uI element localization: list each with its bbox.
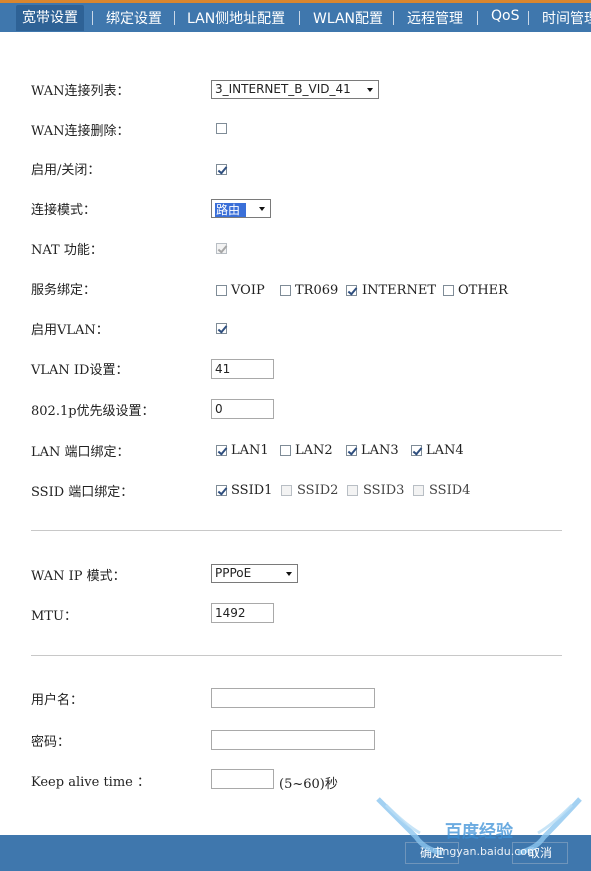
- conn-mode-value: 路由: [215, 203, 247, 217]
- lan3-label: LAN3: [361, 443, 399, 458]
- ssid3-label: SSID3: [363, 483, 405, 498]
- watermark-url: jingyan.baidu.com: [435, 845, 538, 858]
- service-other-checkbox[interactable]: [443, 285, 454, 296]
- lan2-checkbox[interactable]: [280, 445, 291, 456]
- chevron-down-icon: [259, 207, 265, 211]
- lan4-checkbox[interactable]: [411, 445, 422, 456]
- tab-binding[interactable]: 绑定设置: [106, 8, 162, 28]
- conn-mode-select[interactable]: 路由: [211, 199, 271, 218]
- wan-delete-label: WAN连接删除：: [31, 124, 130, 139]
- keepalive-label: Keep alive time ：: [31, 775, 150, 790]
- wan-ip-mode-select[interactable]: PPPoE: [211, 564, 298, 583]
- wan-list-label: WAN连接列表：: [31, 84, 130, 99]
- service-tr069-checkbox[interactable]: [280, 285, 291, 296]
- service-voip-label: VOIP: [231, 283, 265, 298]
- top-tab-bar: 宽带设置 绑定设置 LAN侧地址配置 WLAN配置 远程管理 QoS 时间管理: [0, 0, 591, 32]
- wan-ip-mode-value: PPPoE: [215, 566, 252, 580]
- mtu-label: MTU：: [31, 609, 77, 624]
- username-input[interactable]: [211, 688, 375, 708]
- ssid4-checkbox[interactable]: [413, 485, 424, 496]
- service-tr069-label: TR069: [295, 283, 339, 298]
- conn-mode-label: 连接模式：: [31, 203, 97, 218]
- vlan-id-label: VLAN ID设置：: [31, 363, 129, 378]
- keepalive-input[interactable]: [211, 769, 274, 789]
- vlan-id-input[interactable]: 41: [211, 359, 274, 379]
- tab-wlan[interactable]: WLAN配置: [313, 8, 383, 28]
- username-label: 用户名：: [31, 693, 84, 708]
- wan-list-value: 3_INTERNET_B_VID_41: [215, 82, 351, 96]
- section-divider: [31, 655, 562, 656]
- service-internet-label: INTERNET: [362, 283, 436, 298]
- tab-remote-management[interactable]: 远程管理: [407, 8, 463, 28]
- service-voip-checkbox[interactable]: [216, 285, 227, 296]
- enable-checkbox[interactable]: [216, 164, 227, 175]
- wan-delete-checkbox[interactable]: [216, 123, 227, 134]
- ssid3-checkbox[interactable]: [347, 485, 358, 496]
- lan2-label: LAN2: [295, 443, 333, 458]
- tab-separator: [174, 11, 175, 25]
- ssid2-checkbox[interactable]: [281, 485, 292, 496]
- lan3-checkbox[interactable]: [346, 445, 357, 456]
- tab-separator: [92, 11, 93, 25]
- enable-vlan-checkbox[interactable]: [216, 323, 227, 334]
- tab-lan-address[interactable]: LAN侧地址配置: [187, 8, 285, 28]
- priority-input[interactable]: 0: [211, 399, 274, 419]
- baidu-jingyan-watermark-logo: 百度经验 jingyan.baidu.com: [376, 797, 582, 858]
- tab-separator: [528, 11, 529, 25]
- tab-separator: [299, 11, 300, 25]
- wan-list-select[interactable]: 3_INTERNET_B_VID_41: [211, 80, 379, 99]
- wan-ip-mode-label: WAN IP 模式：: [31, 569, 126, 584]
- lan4-label: LAN4: [426, 443, 464, 458]
- lan-bind-label: LAN 端口绑定：: [31, 445, 130, 460]
- enable-label: 启用/关闭：: [31, 163, 101, 178]
- lan1-label: LAN1: [231, 443, 269, 458]
- ssid-bind-label: SSID 端口绑定：: [31, 485, 134, 500]
- ssid1-label: SSID1: [231, 483, 273, 498]
- watermark-text: 百度经验: [445, 821, 514, 842]
- nat-checkbox: [216, 243, 227, 254]
- service-internet-checkbox[interactable]: [346, 285, 357, 296]
- tab-broadband[interactable]: 宽带设置: [16, 5, 84, 31]
- keepalive-hint: (5~60)秒: [279, 777, 338, 792]
- section-divider: [31, 530, 562, 531]
- tab-time-management[interactable]: 时间管理: [542, 8, 591, 28]
- ssid1-checkbox[interactable]: [216, 485, 227, 496]
- enable-vlan-label: 启用VLAN：: [31, 323, 109, 338]
- service-bind-label: 服务绑定：: [31, 283, 97, 298]
- nat-label: NAT 功能：: [31, 243, 103, 258]
- tab-separator: [393, 11, 394, 25]
- ssid2-label: SSID2: [297, 483, 339, 498]
- ssid4-label: SSID4: [429, 483, 471, 498]
- password-input[interactable]: [211, 730, 375, 750]
- priority-label: 802.1p优先级设置：: [31, 404, 155, 419]
- tab-qos[interactable]: QoS: [491, 8, 519, 24]
- chevron-down-icon: [367, 88, 373, 92]
- lan1-checkbox[interactable]: [216, 445, 227, 456]
- tab-separator: [477, 11, 478, 25]
- mtu-input[interactable]: 1492: [211, 603, 274, 623]
- password-label: 密码：: [31, 735, 71, 750]
- chevron-down-icon: [286, 572, 292, 576]
- service-other-label: OTHER: [458, 283, 508, 298]
